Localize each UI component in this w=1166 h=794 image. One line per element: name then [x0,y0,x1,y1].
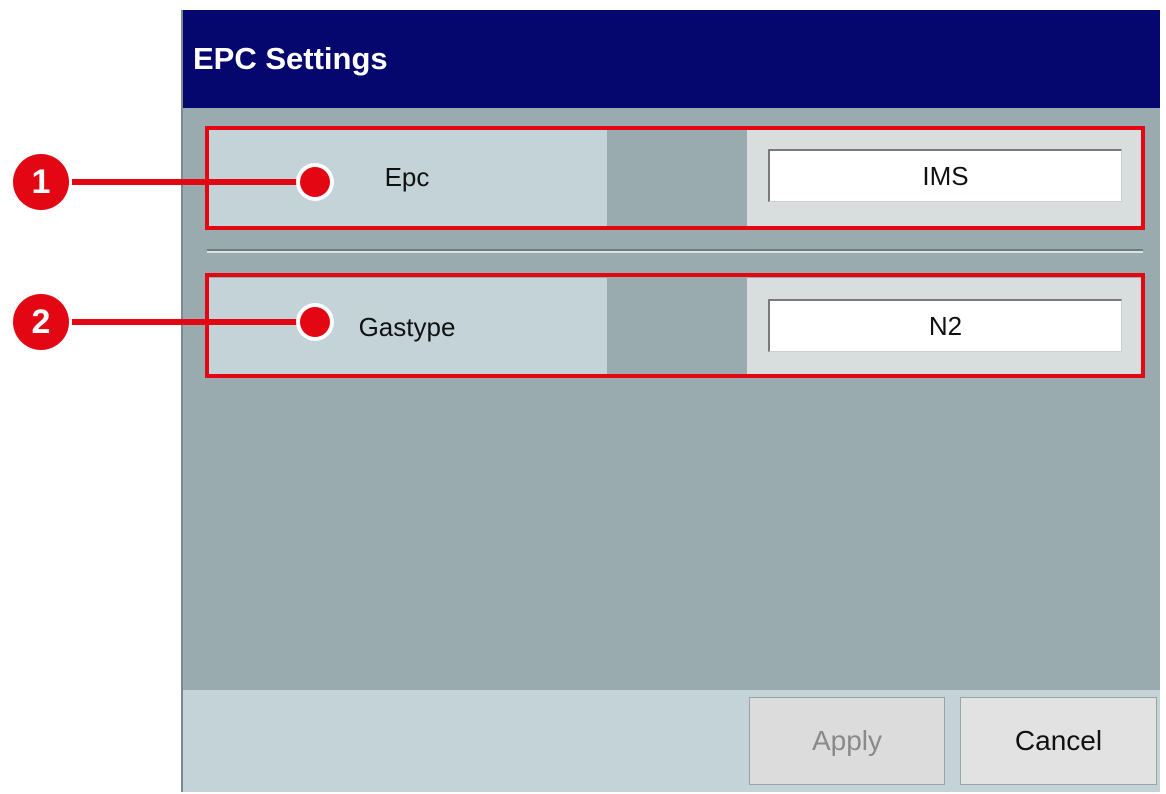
apply-button[interactable]: Apply [749,697,945,785]
row-spacer [607,278,747,376]
row-separator [207,249,1143,253]
dialog-footer: Apply Cancel [183,690,1160,792]
gastype-label: Gastype [207,278,607,376]
setting-row-epc: Epc IMS [207,128,1143,226]
row-spacer [607,128,747,226]
callout-dot-2 [300,307,330,337]
epc-label: Epc [207,128,607,226]
gastype-value-cell: N2 [747,278,1143,376]
setting-row-gastype: Gastype N2 [207,278,1143,376]
gastype-value-field[interactable]: N2 [768,299,1122,352]
cancel-button[interactable]: Cancel [960,697,1157,785]
dialog-title: EPC Settings [193,41,388,76]
screenshot-stage: EPC Settings Epc IMS Gastype N2 Apply Ca… [0,0,1166,794]
epc-value-field[interactable]: IMS [768,149,1122,202]
epc-value-cell: IMS [747,128,1143,226]
callout-line-2 [60,319,315,325]
callout-number-2: 2 [13,294,69,350]
callout-dot-1 [300,167,330,197]
dialog-title-bar: EPC Settings [183,10,1160,108]
callout-line-1 [60,179,315,185]
callout-number-1: 1 [13,154,69,210]
epc-settings-dialog: EPC Settings Epc IMS Gastype N2 Apply Ca… [181,10,1160,792]
